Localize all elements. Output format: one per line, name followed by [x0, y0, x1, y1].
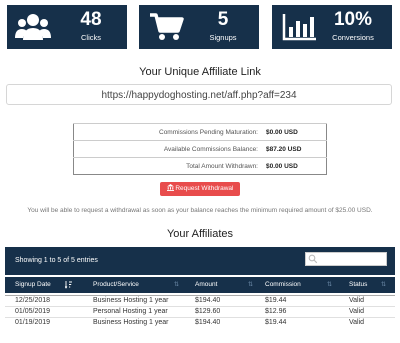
product: Business Hosting 1 year: [93, 319, 169, 326]
signups-value: 5: [217, 9, 229, 30]
table-row: 01/05/2019 Personal Hosting 1 year $129.…: [5, 306, 395, 317]
sort-icon[interactable]: ⇅: [381, 277, 386, 293]
status: Valid: [349, 319, 365, 326]
affiliates-table-header: Signup Date Product/Service ⇅ Amount ⇅ C…: [5, 277, 395, 293]
column-header-product[interactable]: Product/Service: [93, 277, 139, 293]
product: Business Hosting 1 year: [93, 297, 169, 304]
search-icon: [308, 254, 318, 264]
stat-conversions: 10% Conversions: [272, 5, 392, 49]
affiliates-heading: Your Affiliates: [166, 228, 234, 240]
withdrawn-value: $0.00 USD: [262, 157, 327, 175]
sort-icon[interactable]: ⇅: [248, 277, 253, 293]
entries-info: Showing 1 to 5 of 5 entries: [15, 257, 98, 264]
clicks-value: 48: [80, 9, 102, 30]
status: Valid: [349, 297, 365, 304]
clicks-label: Clicks: [81, 33, 101, 42]
affiliate-link-field[interactable]: https://happydoghosting.net/aff.php?aff=…: [6, 84, 392, 105]
commission: $19.44: [265, 297, 287, 304]
amount: $129.60: [195, 308, 221, 315]
commission: $19.44: [265, 319, 287, 326]
commission-row-available: Available Commissions Balance: $87.20 US…: [73, 140, 327, 158]
sort-desc-icon[interactable]: [65, 281, 73, 289]
table-row: 12/25/2018 Business Hosting 1 year $194.…: [5, 295, 395, 306]
request-withdrawal-label: Request Withdrawal: [175, 185, 234, 192]
commissions-summary-table: Commissions Pending Maturation: $0.00 US…: [73, 123, 327, 175]
amount: $194.40: [195, 319, 221, 326]
conversions-value: 10%: [333, 9, 373, 30]
withdrawn-label: Total Amount Withdrawn:: [73, 157, 262, 175]
bar-chart-icon: [282, 14, 316, 41]
commission-row-withdrawn: Total Amount Withdrawn: $0.00 USD: [73, 157, 327, 175]
affiliates-table-panel: Showing 1 to 5 of 5 entries Signup Date …: [5, 247, 395, 343]
pending-label: Commissions Pending Maturation:: [73, 123, 262, 141]
column-header-amount[interactable]: Amount: [195, 277, 217, 293]
affiliates-table-body: 12/25/2018 Business Hosting 1 year $194.…: [5, 295, 395, 328]
stat-signups: 5 Signups: [139, 5, 259, 49]
signup-date: 01/19/2019: [15, 319, 51, 326]
available-label: Available Commissions Balance:: [73, 140, 262, 158]
request-withdrawal-button[interactable]: Request Withdrawal: [160, 182, 240, 196]
bank-icon: [166, 184, 174, 191]
column-header-status[interactable]: Status: [349, 277, 367, 293]
sort-icon[interactable]: ⇅: [174, 277, 179, 293]
conversions-label: Conversions: [332, 33, 374, 42]
column-header-signup-date[interactable]: Signup Date: [15, 277, 51, 293]
commission-row-pending: Commissions Pending Maturation: $0.00 US…: [73, 123, 327, 141]
signup-date: 12/25/2018: [15, 297, 51, 304]
shopping-cart-icon: [150, 13, 184, 40]
table-row: 01/19/2019 Business Hosting 1 year $194.…: [5, 317, 395, 328]
users-icon: [15, 14, 51, 40]
pending-value: $0.00 USD: [262, 123, 327, 141]
affiliate-link-heading: Your Unique Affiliate Link: [139, 66, 261, 78]
sort-icon[interactable]: ⇅: [327, 277, 332, 293]
commission: $12.96: [265, 308, 287, 315]
minimum-withdrawal-note: You will be able to request a withdrawal…: [27, 207, 373, 214]
status: Valid: [349, 308, 365, 315]
available-value: $87.20 USD: [262, 140, 327, 158]
column-header-commission[interactable]: Commission: [265, 277, 301, 293]
product: Personal Hosting 1 year: [93, 308, 168, 315]
signups-label: Signups: [209, 33, 237, 42]
signup-date: 01/05/2019: [15, 308, 51, 315]
stat-clicks: 48 Clicks: [7, 5, 127, 49]
amount: $194.40: [195, 297, 221, 304]
